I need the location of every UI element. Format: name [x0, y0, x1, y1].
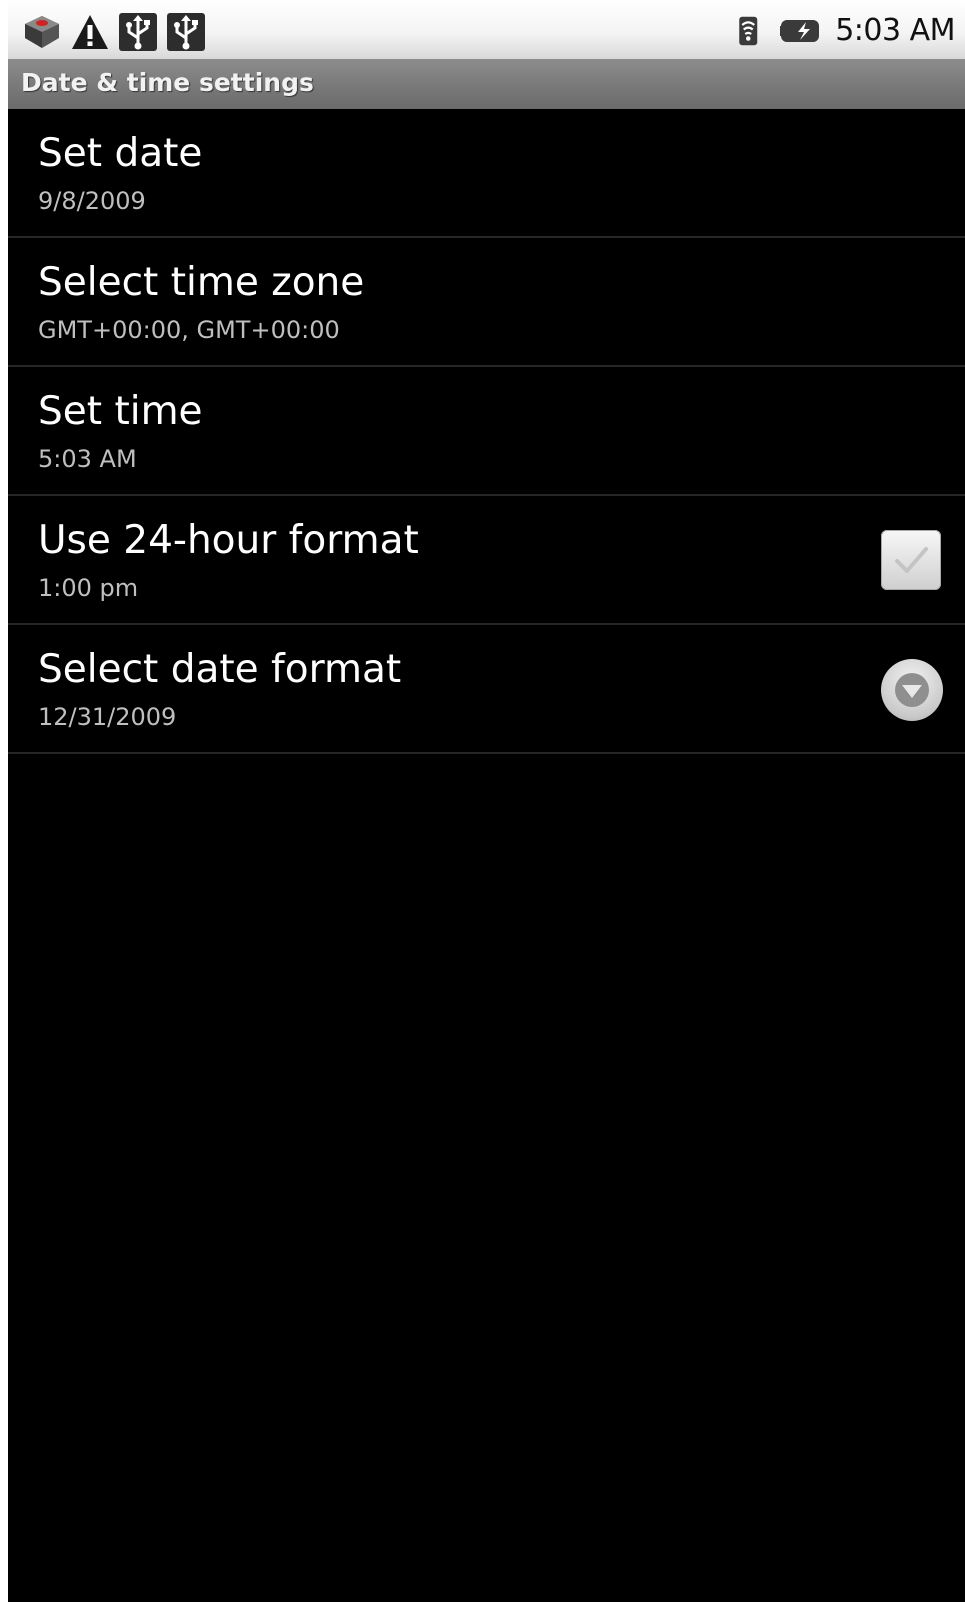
select-date-format-title: Select date format: [38, 647, 402, 692]
select-time-zone-title: Select time zone: [38, 260, 365, 305]
notification-icons: [22, 12, 206, 52]
select-time-zone-summary: GMT+00:00, GMT+00:00: [38, 316, 340, 344]
battery-charging-icon: [780, 20, 820, 42]
title-bar: Date & time settings: [8, 59, 965, 109]
checkbox-box: [881, 530, 941, 590]
use-24-hour-format-item[interactable]: Use 24-hour format 1:00 pm: [8, 496, 965, 625]
set-date-item[interactable]: Set date 9/8/2009: [8, 109, 965, 238]
usb-icon: [119, 13, 157, 51]
set-date-summary: 9/8/2009: [38, 187, 146, 215]
android-market-icon: [25, 16, 59, 48]
set-time-title: Set time: [38, 389, 203, 434]
checkmark-icon: [895, 547, 928, 573]
use-24-hour-format-checkbox[interactable]: [881, 530, 943, 592]
chevron-down-icon: [895, 673, 929, 707]
settings-list: Set date 9/8/2009 Select time zone GMT+0…: [8, 109, 965, 754]
use-24-hour-format-title: Use 24-hour format: [38, 518, 419, 563]
system-icons: 5:03 AM: [737, 10, 955, 52]
select-date-format-dropdown[interactable]: [881, 659, 943, 721]
set-time-summary: 5:03 AM: [38, 445, 137, 473]
select-date-format-summary: 12/31/2009: [38, 703, 177, 731]
page-title: Date & time settings: [21, 68, 314, 97]
screen: 5:03 AM Date & time settings Set date 9/…: [8, 0, 965, 1602]
dropdown-circle: [881, 659, 943, 721]
warning-icon: [72, 15, 108, 49]
set-date-title: Set date: [38, 131, 203, 176]
wifi-icon: [739, 16, 758, 46]
status-clock: 5:03 AM: [835, 13, 955, 48]
select-date-format-item[interactable]: Select date format 12/31/2009: [8, 625, 965, 754]
set-time-item[interactable]: Set time 5:03 AM: [8, 367, 965, 496]
usb-debugging-icon: [167, 13, 205, 51]
use-24-hour-format-summary: 1:00 pm: [38, 574, 139, 602]
select-time-zone-item[interactable]: Select time zone GMT+00:00, GMT+00:00: [8, 238, 965, 367]
status-bar[interactable]: 5:03 AM: [8, 0, 965, 59]
